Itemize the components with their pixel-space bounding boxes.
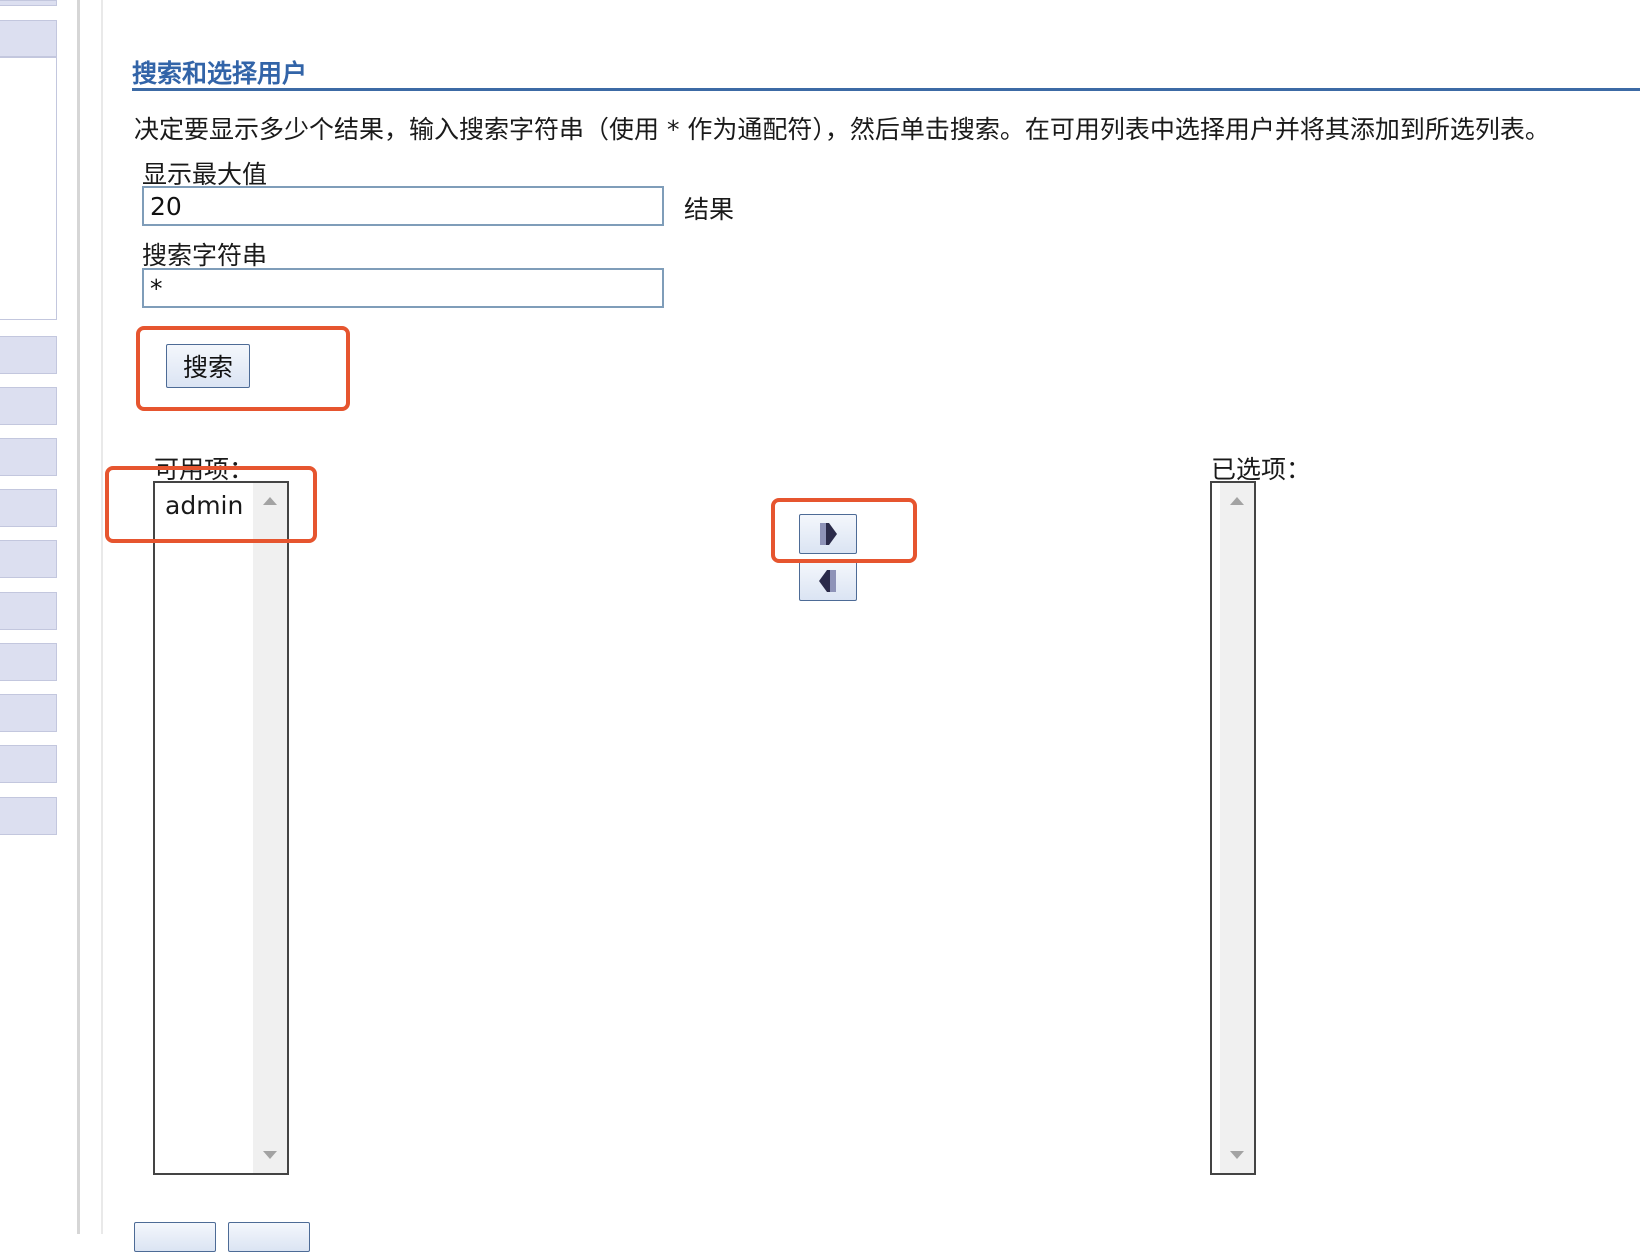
scrollbar[interactable] [253,483,287,1173]
nav-item[interactable] [0,643,57,681]
nav-item[interactable] [0,797,57,835]
nav-panel [0,57,57,320]
nav-item[interactable] [0,694,57,732]
nav-item[interactable] [0,0,57,6]
available-listbox[interactable]: admin [153,481,289,1175]
bottom-action-button[interactable] [228,1222,310,1252]
scroll-down-icon[interactable] [1230,1151,1244,1159]
frame-divider [101,0,103,1234]
bottom-action-button[interactable] [134,1222,216,1252]
frame-divider [77,0,80,1234]
nav-item[interactable] [0,438,57,476]
title-underline [132,88,1640,91]
scroll-down-icon[interactable] [263,1151,277,1159]
remove-from-selected-button[interactable] [799,561,857,601]
search-string-input[interactable] [142,268,664,308]
highlight-admin-item [105,466,317,543]
search-string-label: 搜索字符串 [142,241,268,270]
nav-item[interactable] [0,592,57,630]
highlight-add-button [771,498,917,563]
nav-item[interactable] [0,745,57,783]
nav-item[interactable] [0,20,57,57]
selected-listbox[interactable] [1210,481,1256,1175]
arrow-left-icon [819,570,836,592]
nav-item[interactable] [0,489,57,527]
nav-item[interactable] [0,540,57,578]
results-unit-label: 结果 [684,195,735,224]
left-nav-strip [0,0,58,1234]
highlight-search-button [136,326,350,411]
scrollbar[interactable] [1220,483,1254,1173]
nav-item[interactable] [0,387,57,425]
section-title: 搜索和选择用户 [132,59,308,88]
max-results-input[interactable] [142,186,664,226]
instructions-text: 决定要显示多少个结果，输入搜索字符串（使用 * 作为通配符），然后单击搜索。在可… [134,115,1550,144]
scroll-up-icon[interactable] [1230,497,1244,505]
nav-item[interactable] [0,336,57,374]
